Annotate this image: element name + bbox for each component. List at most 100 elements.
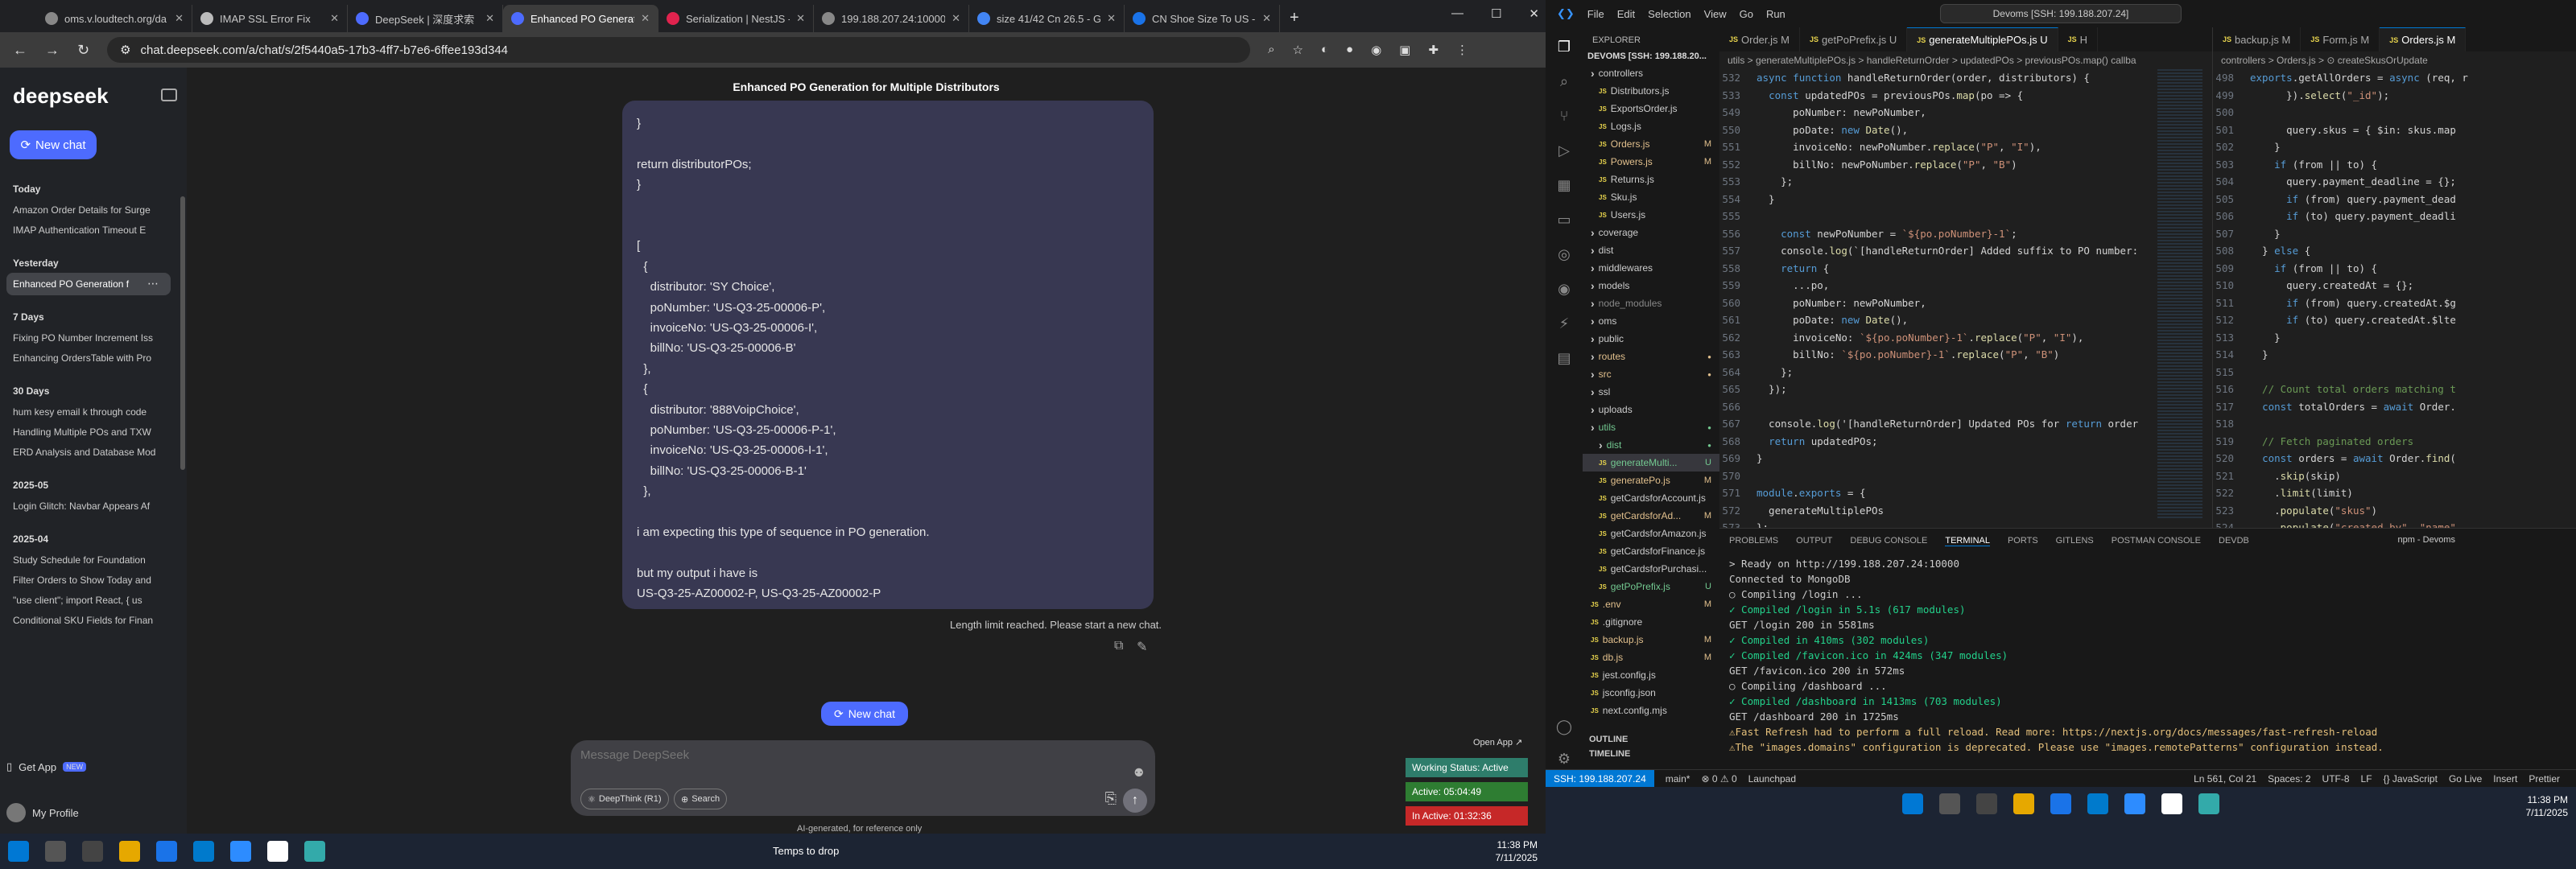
panel-tab[interactable]: POSTMAN CONSOLE: [2112, 536, 2201, 546]
url-bar[interactable]: ⚙ chat.deepseek.com/a/chat/s/2f5440a5-17…: [107, 37, 1251, 63]
browser-tab[interactable]: DeepSeek | 深度求索 ✕: [348, 5, 503, 32]
file-item[interactable]: JS Returns.js: [1583, 171, 1719, 188]
send-button[interactable]: ↑: [1123, 789, 1147, 813]
menu-item[interactable]: Run: [1766, 8, 1785, 20]
source-control-icon[interactable]: ⑂: [1554, 108, 1574, 127]
site-info-icon[interactable]: ⚙: [120, 43, 130, 57]
copy-icon[interactable]: ⧉: [1114, 639, 1123, 653]
zoom-app-icon[interactable]: [2124, 793, 2145, 814]
menu-item[interactable]: View: [1704, 8, 1727, 20]
close-tab-icon[interactable]: ✕: [330, 12, 339, 25]
panel-tab[interactable]: PORTS: [2008, 536, 2038, 546]
folder-item[interactable]: › controllers: [1583, 64, 1719, 82]
code-area[interactable]: 498 exports.getAllOrders = async (req, r4…: [2213, 69, 2576, 571]
forward-icon[interactable]: →: [45, 42, 60, 59]
task-view-icon[interactable]: [1976, 793, 1997, 814]
clock[interactable]: 11:38 PM 7/11/2025: [2526, 793, 2569, 819]
indentation[interactable]: Spaces: 2: [2268, 773, 2310, 785]
file-item[interactable]: JS jest.config.js: [1583, 666, 1719, 684]
minimap[interactable]: [2157, 69, 2202, 520]
file-explorer-icon[interactable]: [119, 841, 140, 862]
branch-indicator[interactable]: main*: [1666, 773, 1690, 785]
account-icon[interactable]: ◯: [1554, 719, 1574, 738]
extension-icon[interactable]: ◉: [1371, 43, 1381, 57]
cursor-position[interactable]: Ln 561, Col 21: [2194, 773, 2256, 785]
history-item[interactable]: Conditional SKU Fields for Finan: [13, 615, 158, 626]
file-item[interactable]: JS backup.js M: [1583, 631, 1719, 649]
history-item[interactable]: Amazon Order Details for Surge: [13, 204, 158, 216]
chrome-icon[interactable]: [156, 841, 177, 862]
my-profile-button[interactable]: My Profile: [6, 803, 79, 822]
editor-tab[interactable]: JS getPoPrefix.js U: [1800, 27, 1908, 51]
panel-tab[interactable]: GITLENS: [2056, 536, 2094, 546]
history-item[interactable]: Login Glitch: Navbar Appears Af: [13, 500, 158, 512]
panel-tab[interactable]: OUTPUT: [1796, 536, 1832, 546]
terminal-output[interactable]: > Ready on http://199.188.207.24:10000 Co…: [1719, 553, 2576, 758]
sidebar-scrollbar[interactable]: [180, 196, 185, 470]
close-tab-icon[interactable]: ✕: [485, 12, 494, 25]
remote-explorer-icon[interactable]: ▭: [1554, 212, 1574, 231]
maximize-icon[interactable]: ☐: [1491, 6, 1501, 21]
editor-tab[interactable]: JS Form.js M: [2301, 27, 2380, 51]
new-chat-button[interactable]: ⟳ New chat: [10, 130, 97, 159]
extensions-icon[interactable]: ▦: [1554, 177, 1574, 196]
settings-gear-icon[interactable]: ⚙: [1554, 751, 1574, 770]
editor-tab[interactable]: JS Order.js M: [1719, 27, 1800, 51]
collapse-sidebar-icon[interactable]: [161, 89, 177, 101]
timeline-header[interactable]: TIMELINE: [1583, 747, 1719, 761]
file-item[interactable]: JS getCardsforAmazon.js: [1583, 525, 1719, 542]
folder-item[interactable]: › middlewares: [1583, 259, 1719, 277]
new-tab-icon[interactable]: +: [1290, 9, 1299, 27]
edit-icon[interactable]: ✎: [1137, 639, 1147, 655]
menu-item[interactable]: Selection: [1648, 8, 1690, 20]
file-item[interactable]: JS getCardsforFinance.js: [1583, 542, 1719, 560]
message-input[interactable]: [580, 748, 1112, 762]
app-icon[interactable]: [2161, 793, 2182, 814]
history-item[interactable]: Enhanced PO Generation f: [6, 273, 171, 295]
history-item[interactable]: ERD Analysis and Database Mod: [13, 447, 158, 458]
get-app-button[interactable]: ▯ Get App NEW: [6, 760, 87, 773]
vscode-icon[interactable]: [193, 841, 214, 862]
file-item[interactable]: JS getCardsforPurchasi...: [1583, 560, 1719, 578]
browser-tab[interactable]: Serialization | NestJS - A ✕: [658, 5, 814, 32]
open-app-link[interactable]: Open App ↗: [1473, 737, 1522, 748]
folder-item[interactable]: › ssl: [1583, 383, 1719, 401]
close-tab-icon[interactable]: ✕: [175, 12, 184, 25]
history-item[interactable]: Study Schedule for Foundation: [13, 554, 158, 566]
task-view-icon[interactable]: [82, 841, 103, 862]
file-item[interactable]: JS Logs.js: [1583, 117, 1719, 135]
file-item[interactable]: JS Powers.js M: [1583, 153, 1719, 171]
app-icon[interactable]: [304, 841, 325, 862]
folder-item[interactable]: › src ●: [1583, 365, 1719, 383]
file-item[interactable]: JS getPoPrefix.js U: [1583, 578, 1719, 595]
new-chat-button-center[interactable]: ⟳ New chat: [821, 702, 908, 726]
browser-tab[interactable]: IMAP SSL Error Fix ✕: [192, 5, 348, 32]
extension-icon[interactable]: ▣: [1399, 43, 1410, 57]
editor-tab[interactable]: JS backup.js M: [2213, 27, 2301, 51]
folder-item[interactable]: › oms: [1583, 312, 1719, 330]
weather-widget[interactable]: Temps to drop: [773, 845, 839, 857]
deepthink-button[interactable]: ⚛ DeepThink (R1): [580, 789, 669, 809]
close-tab-icon[interactable]: ✕: [1107, 12, 1116, 25]
launchpad-indicator[interactable]: Launchpad: [1748, 773, 1796, 785]
file-item[interactable]: JS Users.js: [1583, 206, 1719, 224]
eol[interactable]: LF: [2361, 773, 2372, 785]
bookmark-star-icon[interactable]: ☆: [1293, 43, 1303, 57]
terminal-name[interactable]: npm - Devoms: [2397, 535, 2455, 545]
outline-header[interactable]: OUTLINE: [1583, 732, 1719, 747]
file-item[interactable]: JS jsconfig.json: [1583, 684, 1719, 702]
history-item[interactable]: "use client"; import React, { us: [13, 595, 158, 606]
postman-icon[interactable]: ◉: [1554, 281, 1574, 300]
insert-mode[interactable]: Insert: [2493, 773, 2517, 785]
gitlens-icon[interactable]: ◎: [1554, 246, 1574, 266]
prettier-indicator[interactable]: Prettier: [2529, 773, 2560, 785]
panel-tab[interactable]: TERMINAL: [1945, 536, 1990, 546]
folder-item[interactable]: › node_modules: [1583, 294, 1719, 312]
file-item[interactable]: JS Orders.js M: [1583, 135, 1719, 153]
folder-item[interactable]: › public: [1583, 330, 1719, 348]
history-item[interactable]: Filter Orders to Show Today and: [13, 575, 158, 586]
windows-start-icon[interactable]: [8, 841, 29, 862]
app-icon[interactable]: [267, 841, 288, 862]
panel-tab[interactable]: DEBUG CONSOLE: [1850, 536, 1927, 546]
file-explorer-icon[interactable]: [2013, 793, 2034, 814]
